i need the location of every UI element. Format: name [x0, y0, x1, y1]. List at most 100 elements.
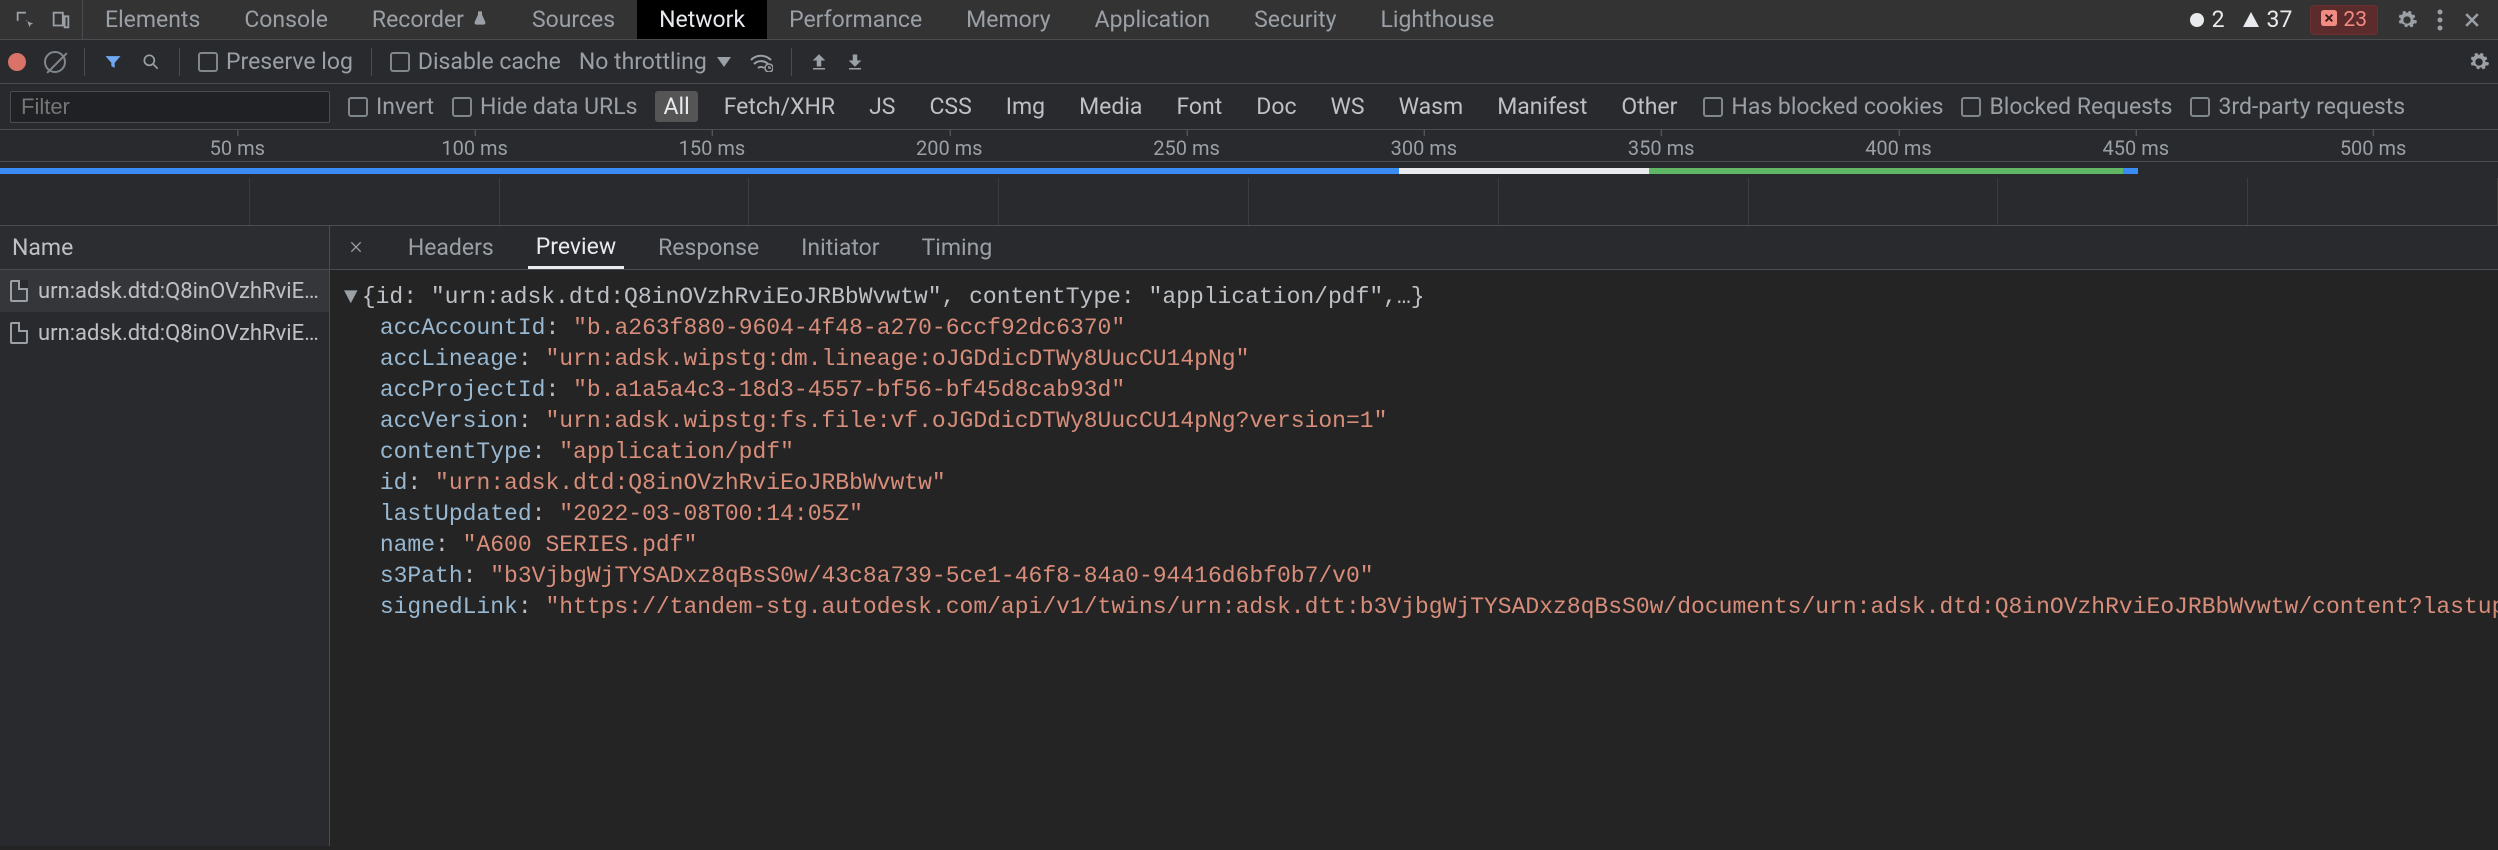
warning-badge[interactable]: 37: [2243, 6, 2293, 33]
type-filter-font[interactable]: Font: [1168, 91, 1230, 122]
json-key: s3Path: [380, 563, 463, 589]
close-detail-icon[interactable]: [338, 234, 374, 261]
type-filter-other[interactable]: Other: [1613, 91, 1685, 122]
tab-timing[interactable]: Timing: [914, 226, 1001, 269]
caret-down-icon[interactable]: ▼: [344, 282, 362, 313]
type-filter-ws[interactable]: WS: [1323, 91, 1373, 122]
preserve-log-checkbox[interactable]: Preserve log: [198, 48, 353, 75]
disable-cache-checkbox[interactable]: Disable cache: [390, 48, 561, 75]
json-value: "b.a263f880-9604-4f48-a270-6ccf92dc6370": [573, 315, 1125, 341]
timeline-tick: 200 ms: [916, 136, 983, 160]
preview-body[interactable]: ▼{id: "urn:adsk.dtd:Q8inOVzhRviEoJRBbWvw…: [330, 270, 2498, 846]
json-property-line[interactable]: s3Path: "b3VjbgWjTYSADxz8qBsS0w/43c8a739…: [344, 561, 2498, 592]
tab-sources[interactable]: Sources: [510, 0, 637, 39]
download-har-icon[interactable]: [846, 52, 864, 72]
json-property-line[interactable]: contentType: "application/pdf": [344, 437, 2498, 468]
type-filter-all[interactable]: All: [655, 91, 697, 122]
blocked-requests-checkbox[interactable]: Blocked Requests: [1961, 93, 2172, 120]
request-row[interactable]: urn:adsk.dtd:Q8inOVzhRviE…: [0, 312, 329, 354]
json-property-line[interactable]: accVersion: "urn:adsk.wipstg:fs.file:vf.…: [344, 406, 2498, 437]
network-conditions-icon[interactable]: [749, 52, 773, 72]
json-key: signedLink: [380, 594, 518, 620]
type-filter-wasm[interactable]: Wasm: [1391, 91, 1472, 122]
has-blocked-cookies-checkbox[interactable]: Has blocked cookies: [1703, 93, 1943, 120]
request-row[interactable]: urn:adsk.dtd:Q8inOVzhRviE…: [0, 270, 329, 312]
timeline-tick: 450 ms: [2103, 136, 2170, 160]
json-key: name: [380, 532, 435, 558]
type-filter-js[interactable]: JS: [861, 91, 903, 122]
type-filter-media[interactable]: Media: [1071, 91, 1150, 122]
tab-preview[interactable]: Preview: [528, 226, 624, 269]
json-property-line[interactable]: signedLink: "https://tandem-stg.autodesk…: [344, 592, 2498, 623]
tab-elements[interactable]: Elements: [83, 0, 222, 39]
timeline-bars: [0, 166, 2498, 178]
json-value: "b.a1a5a4c3-18d3-4557-bf56-bf45d8cab93d": [573, 377, 1125, 403]
json-property-line[interactable]: lastUpdated: "2022-03-08T00:14:05Z": [344, 499, 2498, 530]
json-property-line[interactable]: accProjectId: "b.a1a5a4c3-18d3-4557-bf56…: [344, 375, 2498, 406]
type-filter-manifest[interactable]: Manifest: [1489, 91, 1595, 122]
type-filter-doc[interactable]: Doc: [1248, 91, 1304, 122]
tab-application[interactable]: Application: [1073, 0, 1233, 39]
invert-label: Invert: [376, 93, 434, 120]
tab-memory[interactable]: Memory: [944, 0, 1072, 39]
json-property-line[interactable]: accAccountId: "b.a263f880-9604-4f48-a270…: [344, 313, 2498, 344]
clear-button[interactable]: [44, 51, 66, 73]
json-key: accAccountId: [380, 315, 546, 341]
json-value: "urn:adsk.wipstg:fs.file:vf.oJGDdicDTWy8…: [545, 408, 1387, 434]
search-icon[interactable]: [141, 52, 161, 72]
inspect-element-icon[interactable]: [14, 9, 36, 31]
tab-response[interactable]: Response: [650, 226, 767, 269]
tab-console[interactable]: Console: [222, 0, 350, 39]
third-party-checkbox[interactable]: 3rd-party requests: [2190, 93, 2405, 120]
request-detail-pane: Headers Preview Response Initiator Timin…: [330, 226, 2498, 846]
json-value: "b3VjbgWjTYSADxz8qBsS0w/43c8a739-5ce1-46…: [490, 563, 1373, 589]
has-blocked-label: Has blocked cookies: [1731, 93, 1943, 120]
tab-performance[interactable]: Performance: [767, 0, 944, 39]
json-value: "urn:adsk.dtd:Q8inOVzhRviEoJRBbWvwtw": [435, 470, 946, 496]
filter-toggle-icon[interactable]: [103, 52, 123, 72]
tab-recorder[interactable]: Recorder: [350, 0, 510, 39]
filter-input[interactable]: [10, 91, 330, 123]
circle-icon: [2190, 13, 2204, 27]
json-summary-line[interactable]: ▼{id: "urn:adsk.dtd:Q8inOVzhRviEoJRBbWvw…: [344, 282, 2498, 313]
tab-headers[interactable]: Headers: [400, 226, 502, 269]
json-key: accProjectId: [380, 377, 546, 403]
more-icon[interactable]: [2436, 9, 2444, 31]
tab-network[interactable]: Network: [637, 0, 767, 39]
type-filter-fetchxhr[interactable]: Fetch/XHR: [716, 91, 843, 122]
error-badge[interactable]: 23: [2310, 5, 2378, 35]
invert-checkbox[interactable]: Invert: [348, 93, 434, 120]
json-summary-text: {id: "urn:adsk.dtd:Q8inOVzhRviEoJRBbWvwt…: [362, 284, 1425, 310]
timeline-tick: 50 ms: [210, 136, 265, 160]
json-property-line[interactable]: accLineage: "urn:adsk.wipstg:dm.lineage:…: [344, 344, 2498, 375]
timeline-tick: 400 ms: [1865, 136, 1932, 160]
tab-initiator[interactable]: Initiator: [793, 226, 887, 269]
column-header-name[interactable]: Name: [0, 226, 329, 270]
chevron-down-icon: [717, 57, 731, 67]
disable-cache-label: Disable cache: [418, 48, 561, 75]
type-filter-css[interactable]: CSS: [921, 91, 979, 122]
record-button[interactable]: [8, 53, 26, 71]
type-filter-img[interactable]: Img: [998, 91, 1053, 122]
json-property-line[interactable]: name: "A600 SERIES.pdf": [344, 530, 2498, 561]
hide-data-urls-checkbox[interactable]: Hide data URLs: [452, 93, 637, 120]
timeline-ruler: 50 ms 100 ms 150 ms 200 ms 250 ms 300 ms…: [0, 130, 2498, 162]
tab-lighthouse[interactable]: Lighthouse: [1359, 0, 1517, 39]
timeline-overview[interactable]: 50 ms 100 ms 150 ms 200 ms 250 ms 300 ms…: [0, 130, 2498, 226]
json-key: accLineage: [380, 346, 518, 372]
tab-security[interactable]: Security: [1232, 0, 1358, 39]
device-toolbar-icon[interactable]: [50, 9, 72, 31]
filter-bar: Invert Hide data URLs All Fetch/XHR JS C…: [0, 84, 2498, 130]
throttling-label: No throttling: [579, 48, 707, 75]
detail-tabs: Headers Preview Response Initiator Timin…: [330, 226, 2498, 270]
throttling-select[interactable]: No throttling: [579, 48, 731, 75]
triangle-icon: [2243, 12, 2259, 27]
info-badge[interactable]: 2: [2190, 6, 2225, 33]
json-property-line[interactable]: id: "urn:adsk.dtd:Q8inOVzhRviEoJRBbWvwtw…: [344, 468, 2498, 499]
close-icon[interactable]: [2462, 10, 2482, 30]
gear-icon[interactable]: [2396, 9, 2418, 31]
upload-har-icon[interactable]: [810, 52, 828, 72]
document-icon: [10, 280, 28, 302]
settings-gear-icon[interactable]: [2468, 51, 2490, 73]
timeline-tick: 250 ms: [1153, 136, 1220, 160]
